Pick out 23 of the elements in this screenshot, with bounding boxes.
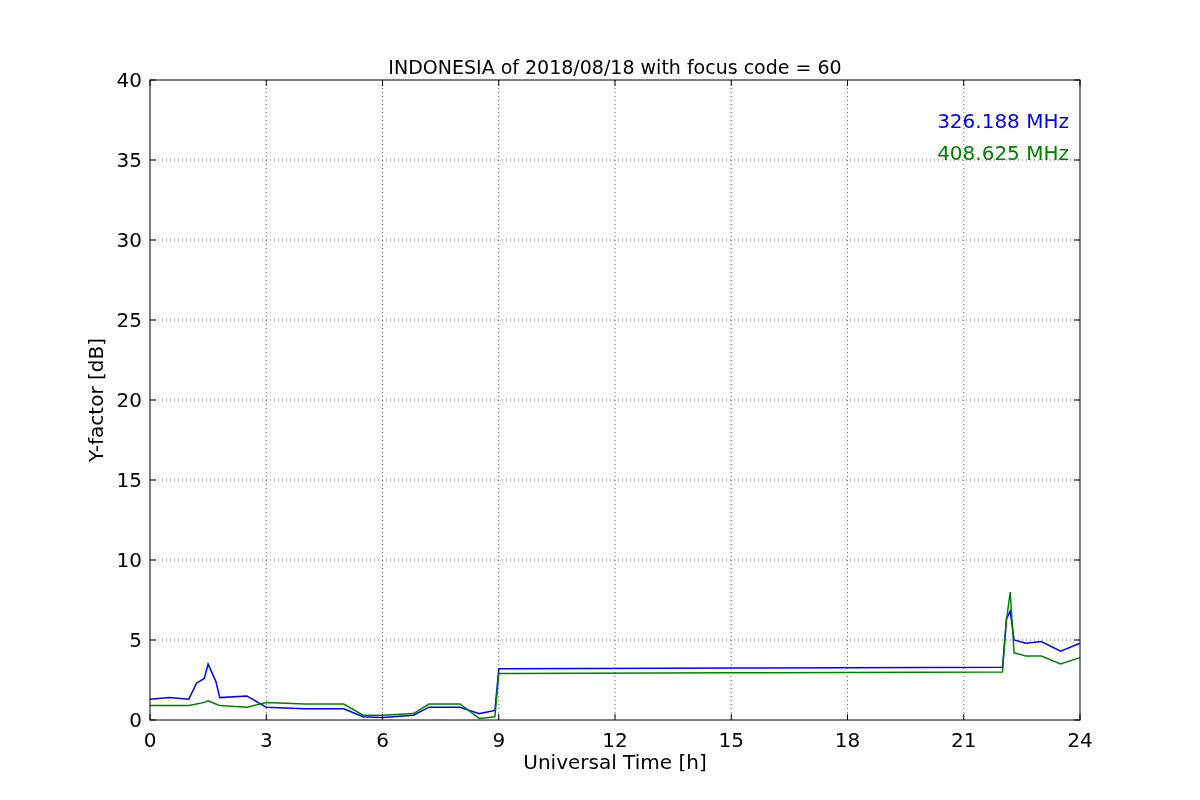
legend-label: 326.188 MHz: [937, 109, 1069, 133]
legend-label: 408.625 MHz: [937, 141, 1069, 165]
y-axis-label: Y-factor [dB]: [84, 338, 108, 462]
x-tick-label: 21: [951, 728, 977, 752]
y-tick-label: 35: [116, 148, 142, 172]
y-tick-label: 30: [116, 228, 142, 252]
y-tick-label: 15: [116, 468, 142, 492]
y-tick-label: 5: [129, 628, 142, 652]
x-axis-label: Universal Time [h]: [523, 750, 707, 774]
y-tick-label: 40: [116, 68, 142, 92]
x-tick-label: 3: [259, 728, 273, 752]
x-tick-label: 24: [1067, 728, 1093, 752]
y-tick-label: 10: [116, 548, 142, 572]
x-tick-label: 12: [602, 728, 628, 752]
y-tick-label: 20: [116, 388, 142, 412]
x-tick-label: 9: [492, 728, 506, 752]
y-tick-label: 25: [116, 308, 142, 332]
chart-title: INDONESIA of 2018/08/18 with focus code = 60: [388, 56, 842, 78]
x-tick-label: 0: [143, 728, 157, 752]
y-tick-label: 0: [129, 708, 142, 732]
x-tick-label: 6: [376, 728, 389, 752]
x-tick-label: 18: [834, 728, 861, 752]
x-tick-label: 15: [718, 728, 744, 752]
